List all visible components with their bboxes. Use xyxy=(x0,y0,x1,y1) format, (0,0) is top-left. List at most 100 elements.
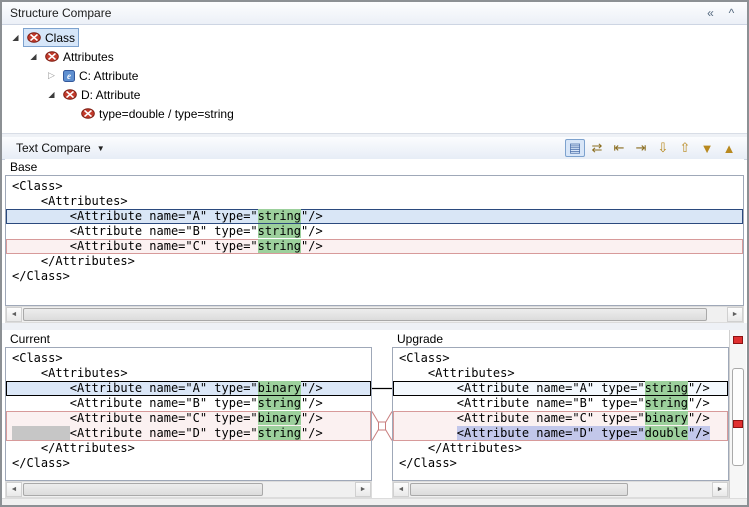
scroll-left-icon[interactable]: ◄ xyxy=(6,307,22,322)
tree-item[interactable]: ▷eC: Attribute xyxy=(2,66,747,85)
tree-item[interactable]: ◢ Attributes xyxy=(2,47,747,66)
copy-all-from-left-to-right-button[interactable]: ⇥ xyxy=(631,139,651,157)
tree-item[interactable]: ◢Class xyxy=(2,28,747,47)
scroll-right-icon[interactable]: ► xyxy=(355,482,371,497)
code-line: <Attributes> xyxy=(6,366,371,381)
highlighted-text: string xyxy=(645,381,688,395)
code-text: <Attribute name="C" type=" xyxy=(399,411,645,425)
code-line: </Attributes> xyxy=(6,254,743,269)
current-pane-title: Current xyxy=(10,332,50,346)
code-text: "/> xyxy=(301,209,323,223)
diff-red-icon xyxy=(63,89,77,100)
scroll-left-icon[interactable]: ◄ xyxy=(6,482,22,497)
scrollbar-thumb[interactable] xyxy=(410,483,628,496)
highlighted-text: <Attribute name="D" type=" xyxy=(457,426,645,440)
code-text: <Attribute name="A" type=" xyxy=(12,209,258,223)
code-text: <Attribute name="A" type=" xyxy=(399,381,645,395)
next-change-button[interactable]: ▼ xyxy=(697,139,717,157)
expand-arrow-icon[interactable]: ▷ xyxy=(44,70,59,81)
highlighted-text xyxy=(12,426,70,440)
collapse-arrow-icon[interactable]: ◢ xyxy=(44,90,59,99)
code-line: </Attributes> xyxy=(393,441,728,456)
scrollbar-thumb[interactable] xyxy=(23,308,707,321)
tree-node[interactable]: Attributes xyxy=(41,47,118,66)
code-text: <Class> xyxy=(399,351,450,365)
code-line: <Class> xyxy=(6,179,743,194)
text-compare-header: Text Compare ▼ ▤⇄⇤⇥⇩⇧▼▲ xyxy=(2,137,747,160)
minimize-pane-icon[interactable]: ^ xyxy=(722,4,741,22)
previous-difference-button[interactable]: ⇧ xyxy=(675,139,695,157)
overview-ruler[interactable] xyxy=(729,330,746,498)
code-line: <Attribute name="C" type="binary"/> xyxy=(393,411,728,426)
diff-connector-lines xyxy=(372,347,392,481)
collapse-arrow-icon[interactable]: ◢ xyxy=(26,52,41,61)
svg-text:e: e xyxy=(67,71,71,81)
upgrade-horizontal-scrollbar: ◄ ► xyxy=(392,481,729,498)
highlighted-text: string xyxy=(258,396,301,410)
code-text: <Attribute name="B" type=" xyxy=(12,224,258,238)
tree-node[interactable]: eC: Attribute xyxy=(59,66,142,85)
tree-node[interactable]: D: Attribute xyxy=(59,85,144,104)
code-text: </Class> xyxy=(12,269,70,283)
highlighted-text: string xyxy=(258,224,301,238)
dropdown-caret-icon: ▼ xyxy=(97,144,105,153)
copy-all-from-right-to-left-button[interactable]: ⇤ xyxy=(609,139,629,157)
highlighted-text: string xyxy=(258,209,301,223)
tree-item-label: Attributes xyxy=(63,50,114,64)
code-text: "/> xyxy=(301,426,323,440)
tree-node[interactable]: type=double / type=string xyxy=(77,104,238,123)
code-line: <Attributes> xyxy=(393,366,728,381)
tree-item[interactable]: type=double / type=string xyxy=(2,104,747,123)
scroll-right-icon[interactable]: ► xyxy=(727,307,743,322)
code-text: "/> xyxy=(301,381,323,395)
scroll-right-icon[interactable]: ► xyxy=(712,482,728,497)
diff-red-icon xyxy=(81,108,95,119)
structure-compare-header: Structure Compare «^ xyxy=(2,2,747,25)
highlighted-text: binary xyxy=(645,411,688,425)
highlighted-text: binary xyxy=(258,381,301,395)
scrollbar-track[interactable] xyxy=(409,482,712,497)
code-line: <Attribute name="A" type="string"/> xyxy=(393,381,728,396)
code-text: <Attribute name="D" type=" xyxy=(70,426,258,440)
tree-node[interactable]: Class xyxy=(23,28,79,47)
code-line: <Attribute name="A" type="string"/> xyxy=(6,209,743,224)
highlighted-text: double xyxy=(645,426,688,440)
text-compare-toolbar: ▤⇄⇤⇥⇩⇧▼▲ xyxy=(565,139,747,157)
code-line: <Attribute name="C" type="binary"/> xyxy=(6,411,371,426)
current-editor[interactable]: <Class> <Attributes> <Attribute name="A"… xyxy=(5,347,372,481)
highlighted-text: string xyxy=(258,239,301,253)
highlighted-text: "/> xyxy=(688,426,710,440)
code-line: <Class> xyxy=(393,351,728,366)
collapse-all-icon[interactable]: « xyxy=(701,4,720,22)
code-text: "/> xyxy=(301,396,323,410)
collapse-arrow-icon[interactable]: ◢ xyxy=(8,33,23,42)
horizontal-sash[interactable] xyxy=(2,323,747,330)
code-text: <Attribute name="C" type=" xyxy=(12,239,258,253)
code-text xyxy=(399,426,457,440)
code-text: <Attribute name="B" type=" xyxy=(399,396,645,410)
scrollbar-thumb[interactable] xyxy=(732,368,744,466)
diff-red-icon xyxy=(45,51,59,62)
code-text: <Attribute name="C" type=" xyxy=(12,411,258,425)
code-text: </Class> xyxy=(399,456,457,470)
scrollbar-track[interactable] xyxy=(22,307,727,322)
tree-item[interactable]: ◢D: Attribute xyxy=(2,85,747,104)
conflict-mark[interactable] xyxy=(733,336,743,344)
swap-left-and-right-button[interactable]: ⇄ xyxy=(587,139,607,157)
code-line: <Attribute name="B" type="string"/> xyxy=(6,396,371,411)
previous-change-button[interactable]: ▲ xyxy=(719,139,739,157)
base-editor[interactable]: <Class> <Attributes> <Attribute name="A"… xyxy=(5,175,744,306)
code-line: </Class> xyxy=(393,456,728,471)
next-difference-button[interactable]: ⇩ xyxy=(653,139,673,157)
scrollbar-track[interactable] xyxy=(22,482,355,497)
code-text: </Class> xyxy=(12,456,70,470)
toggle-ancestor-pane-button[interactable]: ▤ xyxy=(565,139,585,157)
scroll-left-icon[interactable]: ◄ xyxy=(393,482,409,497)
conflict-mark[interactable] xyxy=(733,420,743,428)
text-compare-menu-button[interactable]: Text Compare ▼ xyxy=(10,141,109,155)
upgrade-editor[interactable]: <Class> <Attributes> <Attribute name="A"… xyxy=(392,347,729,481)
code-line: <Attribute name="D" type="string"/> xyxy=(6,426,371,441)
code-text: "/> xyxy=(688,381,710,395)
highlighted-text: string xyxy=(258,426,301,440)
scrollbar-thumb[interactable] xyxy=(23,483,263,496)
